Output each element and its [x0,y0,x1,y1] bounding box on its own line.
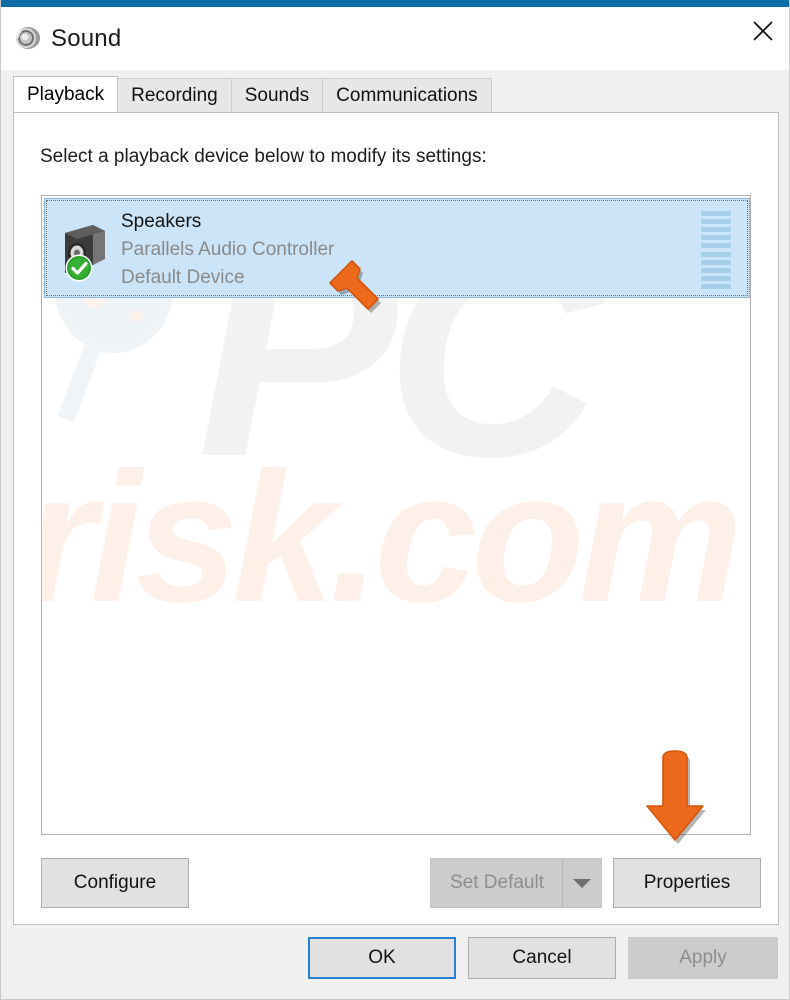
title-bar: Sound [1,7,789,70]
volume-level-meter [701,211,731,289]
cancel-button-label: Cancel [512,947,572,968]
tab-playback[interactable]: Playback [13,76,119,112]
configure-button[interactable]: Configure [41,858,189,908]
speaker-icon [13,23,43,53]
properties-button[interactable]: Properties [613,858,761,908]
meter-segment [701,259,731,265]
set-default-button[interactable]: Set Default [430,858,602,908]
playback-tab-panel: Select a playback device below to modify… [13,112,779,925]
ok-button[interactable]: OK [308,937,456,979]
properties-button-label: Properties [643,872,731,893]
meter-segment [701,243,731,249]
meter-segment [701,227,731,233]
device-description: Parallels Audio Controller [121,239,335,260]
meter-segment [701,219,731,225]
tab-recording[interactable]: Recording [117,78,232,112]
meter-segment [701,211,731,216]
set-default-button-label: Set Default [450,872,544,893]
close-button[interactable] [735,7,789,55]
tab-communications-label: Communications [336,84,478,106]
apply-button[interactable]: Apply [628,937,778,979]
chevron-down-icon [573,879,591,888]
meter-segment [701,267,731,273]
tab-playback-label: Playback [27,83,105,105]
meter-segment [701,275,731,281]
tab-bar: Playback Recording Sounds Communications [13,76,779,112]
list-item[interactable]: Speakers Parallels Audio Controller Defa… [44,198,750,298]
tab-communications[interactable]: Communications [322,78,492,112]
sound-dialog-window: Sound Playback Recording Sounds Communic… [0,0,790,1000]
close-icon [753,21,773,41]
page-title: Sound [51,25,122,52]
playback-device-list[interactable]: PC risk.com Speakers Parallels Audio Con… [41,195,751,835]
cancel-button[interactable]: Cancel [468,937,616,979]
apply-button-label: Apply [679,947,727,968]
ok-button-label: OK [368,947,396,968]
watermark-secondary: risk.com [42,435,743,641]
window-accent-bar [1,0,789,7]
tab-recording-label: Recording [131,84,218,106]
configure-button-label: Configure [73,872,157,893]
set-default-dropdown-toggle[interactable] [562,859,601,907]
device-status: Default Device [121,267,245,288]
meter-segment [701,235,731,241]
meter-segment [701,251,731,257]
instruction-text: Select a playback device below to modify… [40,146,487,167]
tab-sounds-label: Sounds [244,84,310,106]
device-name: Speakers [121,211,202,232]
meter-segment [701,283,731,289]
tab-sounds[interactable]: Sounds [230,78,324,112]
speaker-device-icon [57,221,113,283]
